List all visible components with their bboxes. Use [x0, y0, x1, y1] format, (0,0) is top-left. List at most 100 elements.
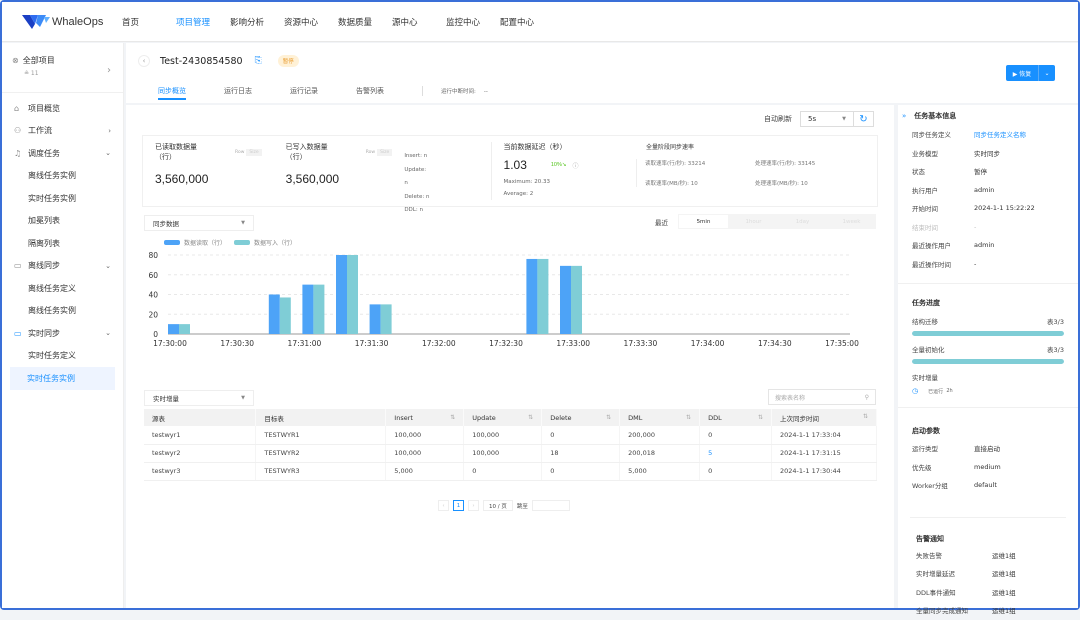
range-option-1day[interactable]: 1day: [778, 214, 827, 229]
progress-title: 任务进度: [912, 299, 940, 307]
range-option-1hour[interactable]: 1hour: [729, 214, 778, 229]
nav-item-7[interactable]: 配置中心: [500, 16, 554, 28]
nav-item-3[interactable]: 资源中心: [284, 16, 338, 28]
range-option-5min[interactable]: 5min: [679, 215, 728, 228]
bar-read[interactable]: [560, 265, 571, 334]
bar-written[interactable]: [313, 284, 325, 334]
project-selector[interactable]: ⊗ 全部项目 ≗ 11 ›: [2, 43, 123, 93]
sidebar-item-10[interactable]: ▭ 实时同步 ⌄: [2, 322, 123, 345]
nav-item-0[interactable]: 首页: [122, 16, 176, 28]
jump-page-input[interactable]: [531, 500, 570, 511]
table-row[interactable]: testwyr1 TESTWYR1 100,000 100,000 0 200,000 0 2…: [144, 426, 877, 445]
written-rows-value: 3,560,000: [285, 172, 340, 186]
column-header[interactable]: Insert ⇅: [385, 409, 465, 426]
table-cell: 18: [541, 444, 621, 463]
sort-icon[interactable]: ⇅: [450, 414, 455, 421]
refresh-interval-select[interactable]: 5s ▼: [800, 111, 854, 127]
nav-item-6[interactable]: 监控中心: [446, 16, 500, 28]
info-icon[interactable]: ⓘ: [573, 161, 579, 170]
bar-read[interactable]: [526, 258, 538, 334]
restore-dropdown-button[interactable]: ⌄: [1038, 65, 1055, 81]
legend-label[interactable]: 数据写入（行）: [254, 239, 296, 247]
sidebar-item-label: 工作流: [28, 126, 52, 136]
search-icon[interactable]: ⚲: [865, 394, 869, 401]
tab-0[interactable]: 同步概览: [158, 79, 186, 103]
nav-item-2[interactable]: 影响分析: [230, 16, 284, 28]
column-header[interactable]: DDL ⇅: [699, 409, 773, 426]
legend-swatch[interactable]: [164, 240, 180, 245]
restore-button[interactable]: ▶ 恢复: [1006, 65, 1038, 81]
bar-written[interactable]: [179, 324, 190, 334]
table-row[interactable]: testwyr3 TESTWYR3 5,000 0 0 5,000 0 2024-1-1 17…: [144, 462, 877, 481]
sidebar-item-5[interactable]: 加冕列表: [2, 210, 123, 233]
sort-icon[interactable]: ⇅: [758, 414, 763, 421]
chevron-down-icon[interactable]: ⌄: [105, 262, 111, 270]
toggle-size[interactable]: Size: [246, 148, 262, 156]
refresh-icon[interactable]: ↻: [854, 111, 874, 127]
written-unit-toggle[interactable]: Row Size: [366, 148, 393, 156]
sidebar-item-8[interactable]: 离线任务定义: [2, 277, 123, 300]
latency-average: Average: 2: [503, 191, 534, 197]
sort-icon[interactable]: ⇅: [686, 414, 691, 421]
bar-read[interactable]: [302, 284, 314, 334]
bar-written[interactable]: [571, 265, 582, 334]
sort-icon[interactable]: ⇅: [528, 414, 533, 421]
chevron-right-icon[interactable]: ›: [108, 127, 111, 135]
collapse-panel-icon[interactable]: »: [902, 112, 906, 120]
prev-page-button[interactable]: ‹: [438, 500, 449, 511]
copy-icon[interactable]: ⎘: [255, 56, 262, 66]
brand-logo[interactable]: WhaleOps: [22, 14, 122, 29]
sidebar-item-2[interactable]: ♫ 调度任务 ⌄: [2, 142, 123, 165]
chart-metric-select[interactable]: 同步数据 ▼: [144, 215, 254, 231]
column-header[interactable]: 上次同步时间 ⇅: [771, 409, 877, 426]
legend-label[interactable]: 数据读取（行）: [184, 239, 226, 247]
toggle-row[interactable]: Row: [235, 150, 244, 155]
bar-written[interactable]: [347, 255, 358, 334]
sidebar-item-1[interactable]: ⚇ 工作流 ›: [2, 120, 123, 143]
sidebar-item-6[interactable]: 隔离列表: [2, 232, 123, 255]
legend-swatch[interactable]: [234, 240, 250, 245]
bar-written[interactable]: [380, 304, 392, 334]
chevron-down-icon[interactable]: ⌄: [105, 149, 111, 157]
bar-read[interactable]: [336, 255, 347, 334]
column-header[interactable]: DML ⇅: [619, 409, 701, 426]
bar-read[interactable]: [168, 324, 179, 334]
next-page-button[interactable]: ›: [468, 500, 479, 511]
sidebar-item-3[interactable]: 离线任务实例: [2, 165, 123, 188]
range-option-1week[interactable]: 1week: [827, 214, 876, 229]
nav-item-4[interactable]: 数据质量: [338, 16, 392, 28]
bar-written[interactable]: [279, 297, 291, 334]
info-value[interactable]: 同步任务定义名称: [974, 129, 1026, 139]
back-button[interactable]: ‹: [138, 55, 150, 67]
sidebar-item-9[interactable]: 离线任务实例: [2, 300, 123, 323]
table-filter-select[interactable]: 实时增量 ▼: [144, 390, 254, 406]
page-size-select[interactable]: 10 / 页: [483, 500, 513, 511]
table-search-input[interactable]: 搜索表名称 ⚲: [768, 389, 876, 405]
tab-1[interactable]: 运行日志: [224, 79, 252, 103]
bar-written[interactable]: [537, 258, 549, 334]
sidebar-item-7[interactable]: ▭ 离线同步 ⌄: [2, 255, 123, 278]
bar-read[interactable]: [369, 304, 381, 334]
table-cell[interactable]: 5: [699, 444, 773, 463]
task-title: Test-2430854580: [160, 55, 243, 67]
chevron-down-icon[interactable]: ⌄: [105, 329, 111, 337]
page-1-button[interactable]: 1: [453, 500, 464, 511]
sort-icon[interactable]: ⇅: [863, 413, 868, 420]
sidebar-item-11[interactable]: 实时任务定义: [2, 345, 123, 368]
tab-2[interactable]: 运行记录: [290, 79, 318, 103]
toggle-size[interactable]: Size: [377, 148, 393, 156]
tab-3[interactable]: 告警列表: [356, 79, 384, 103]
column-header[interactable]: Update ⇅: [463, 409, 543, 426]
nav-item-1[interactable]: 项目管理: [176, 16, 230, 28]
table-row[interactable]: testwyr2 TESTWYR2 100,000 100,000 18 200,018 5…: [144, 444, 877, 463]
sidebar-item-4[interactable]: 实时任务实例: [2, 187, 123, 210]
column-header[interactable]: Delete ⇅: [541, 409, 621, 426]
nav-item-5[interactable]: 源中心: [392, 16, 446, 28]
search-placeholder: 搜索表名称: [775, 394, 806, 402]
sort-icon[interactable]: ⇅: [606, 414, 611, 421]
toggle-row[interactable]: Row: [366, 150, 375, 155]
read-unit-toggle[interactable]: Row Size: [235, 148, 262, 156]
bar-read[interactable]: [268, 294, 280, 335]
sidebar-item-12[interactable]: 实时任务实例: [10, 367, 115, 390]
sidebar-item-0[interactable]: ⌂ 项目概览: [2, 97, 123, 120]
